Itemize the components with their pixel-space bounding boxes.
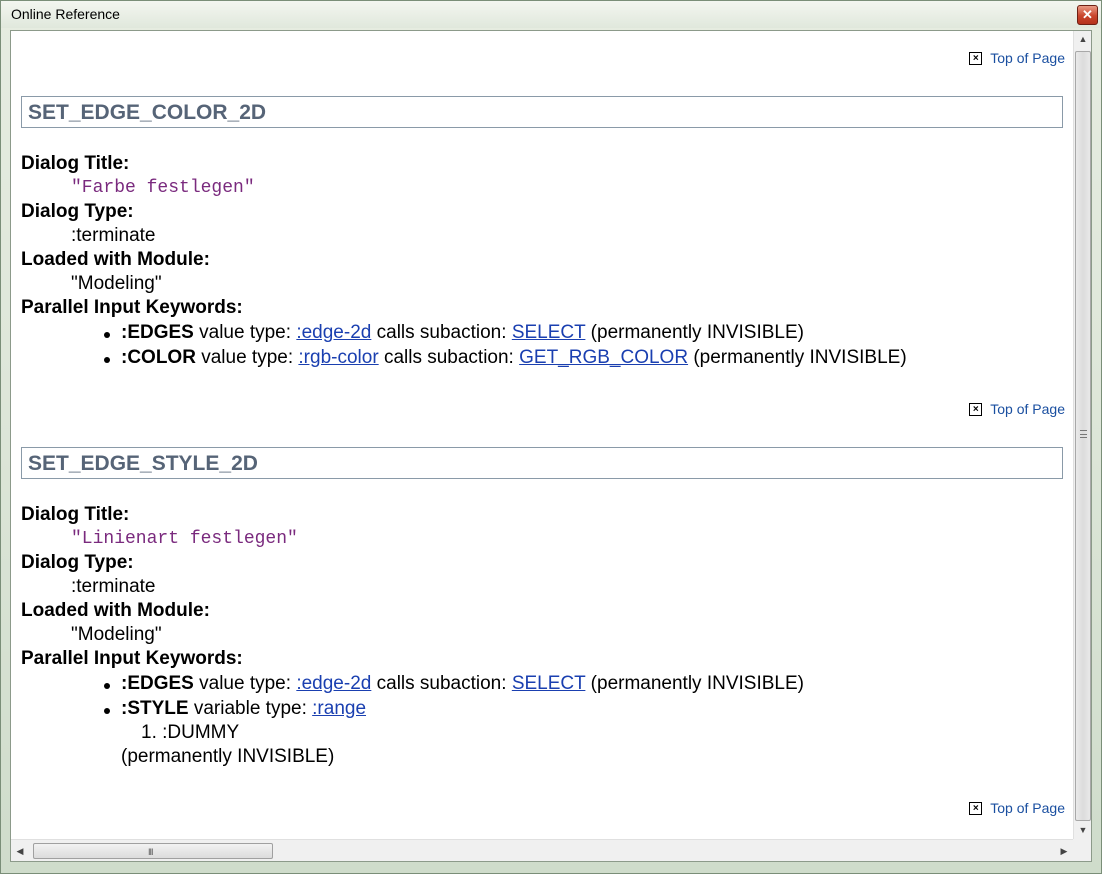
- keyword-note: (permanently INVISIBLE): [693, 347, 907, 368]
- subaction-text: calls subaction:: [376, 322, 507, 343]
- keyword-name: :EDGES: [121, 673, 194, 694]
- keyword-item: :STYLE variable type: :range: [21, 696, 804, 721]
- vertical-scroll-thumb[interactable]: [1075, 51, 1091, 821]
- top-of-page-label: Top of Page: [990, 50, 1065, 66]
- content-area: × Top of Page SET_EDGE_COLOR_2D Dialog T…: [11, 31, 1073, 839]
- module-value: "Modeling": [71, 273, 162, 294]
- dialog-type-label: Dialog Type:: [21, 552, 134, 573]
- section-details: Dialog Title: "Farbe festlegen" Dialog T…: [21, 152, 907, 370]
- close-button[interactable]: ✕: [1077, 5, 1098, 25]
- section-heading: SET_EDGE_STYLE_2D: [21, 447, 1063, 479]
- subaction-link[interactable]: GET_RGB_COLOR: [519, 347, 688, 368]
- dialog-title-value: "Linienart festlegen": [71, 529, 298, 549]
- keyword-type-text: variable type:: [193, 698, 307, 719]
- type-link[interactable]: :edge-2d: [296, 673, 371, 694]
- title-bar[interactable]: Online Reference ✕: [1, 1, 1101, 28]
- keyword-type-text: value type:: [199, 673, 292, 694]
- module-value: "Modeling": [71, 624, 162, 645]
- keywords-label: Parallel Input Keywords:: [21, 297, 243, 318]
- keyword-item: :COLOR value type: :rgb-color calls suba…: [21, 345, 907, 370]
- scroll-down-icon[interactable]: ▼: [1074, 822, 1092, 839]
- vertical-scrollbar[interactable]: ▲ ▼: [1073, 31, 1091, 839]
- dialog-type-label: Dialog Type:: [21, 201, 134, 222]
- module-label: Loaded with Module:: [21, 600, 210, 621]
- reference-viewer: × Top of Page SET_EDGE_COLOR_2D Dialog T…: [10, 30, 1092, 862]
- scroll-up-icon[interactable]: ▲: [1074, 31, 1092, 48]
- top-of-page-link[interactable]: × Top of Page: [969, 50, 1065, 66]
- subaction-text: calls subaction:: [376, 673, 507, 694]
- keyword-item: :EDGES value type: :edge-2d calls subact…: [21, 671, 804, 696]
- dialog-title-value: "Farbe festlegen": [71, 178, 255, 198]
- section-heading: SET_EDGE_COLOR_2D: [21, 96, 1063, 128]
- grip-icon: [1080, 430, 1087, 438]
- dialog-title-label: Dialog Title:: [21, 504, 130, 525]
- dialog-type-value: :terminate: [71, 225, 156, 246]
- dialog-title-label: Dialog Title:: [21, 153, 130, 174]
- scroll-left-icon[interactable]: ◀: [11, 840, 29, 862]
- range-note: (permanently INVISIBLE): [121, 746, 335, 767]
- keyword-note: (permanently INVISIBLE): [590, 322, 804, 343]
- keyword-type-text: value type:: [201, 347, 294, 368]
- horizontal-scrollbar[interactable]: ◀ III ▶: [11, 839, 1073, 861]
- scroll-right-icon[interactable]: ▶: [1055, 840, 1073, 862]
- subaction-text: calls subaction:: [383, 347, 514, 368]
- grip-icon: III: [148, 847, 153, 857]
- module-label: Loaded with Module:: [21, 249, 210, 270]
- keyword-type-text: value type:: [199, 322, 292, 343]
- top-of-page-icon: ×: [969, 51, 983, 65]
- keyword-name: :COLOR: [121, 347, 196, 368]
- section-details: Dialog Title: "Linienart festlegen" Dial…: [21, 503, 804, 769]
- horizontal-scroll-thumb[interactable]: III: [33, 843, 273, 859]
- range-item: 1. :DUMMY: [141, 722, 240, 743]
- keyword-note: (permanently INVISIBLE): [590, 673, 804, 694]
- top-of-page-icon: ×: [969, 801, 983, 815]
- top-of-page-link[interactable]: × Top of Page: [969, 800, 1065, 816]
- online-reference-window: Online Reference ✕ × Top of Page SET_EDG…: [0, 0, 1102, 874]
- keyword-name: :EDGES: [121, 322, 194, 343]
- scrollbar-corner: [1073, 839, 1091, 861]
- top-of-page-label: Top of Page: [990, 401, 1065, 417]
- top-of-page-label: Top of Page: [990, 800, 1065, 816]
- window-title: Online Reference: [11, 6, 120, 22]
- keywords-label: Parallel Input Keywords:: [21, 648, 243, 669]
- top-of-page-icon: ×: [969, 402, 983, 416]
- dialog-type-value: :terminate: [71, 576, 156, 597]
- type-link[interactable]: :rgb-color: [298, 347, 378, 368]
- keyword-item: :EDGES value type: :edge-2d calls subact…: [21, 320, 907, 345]
- keyword-name: :STYLE: [121, 698, 189, 719]
- subaction-link[interactable]: SELECT: [512, 322, 586, 343]
- type-link[interactable]: :range: [312, 698, 366, 719]
- subaction-link[interactable]: SELECT: [512, 673, 586, 694]
- type-link[interactable]: :edge-2d: [296, 322, 371, 343]
- top-of-page-link[interactable]: × Top of Page: [969, 401, 1065, 417]
